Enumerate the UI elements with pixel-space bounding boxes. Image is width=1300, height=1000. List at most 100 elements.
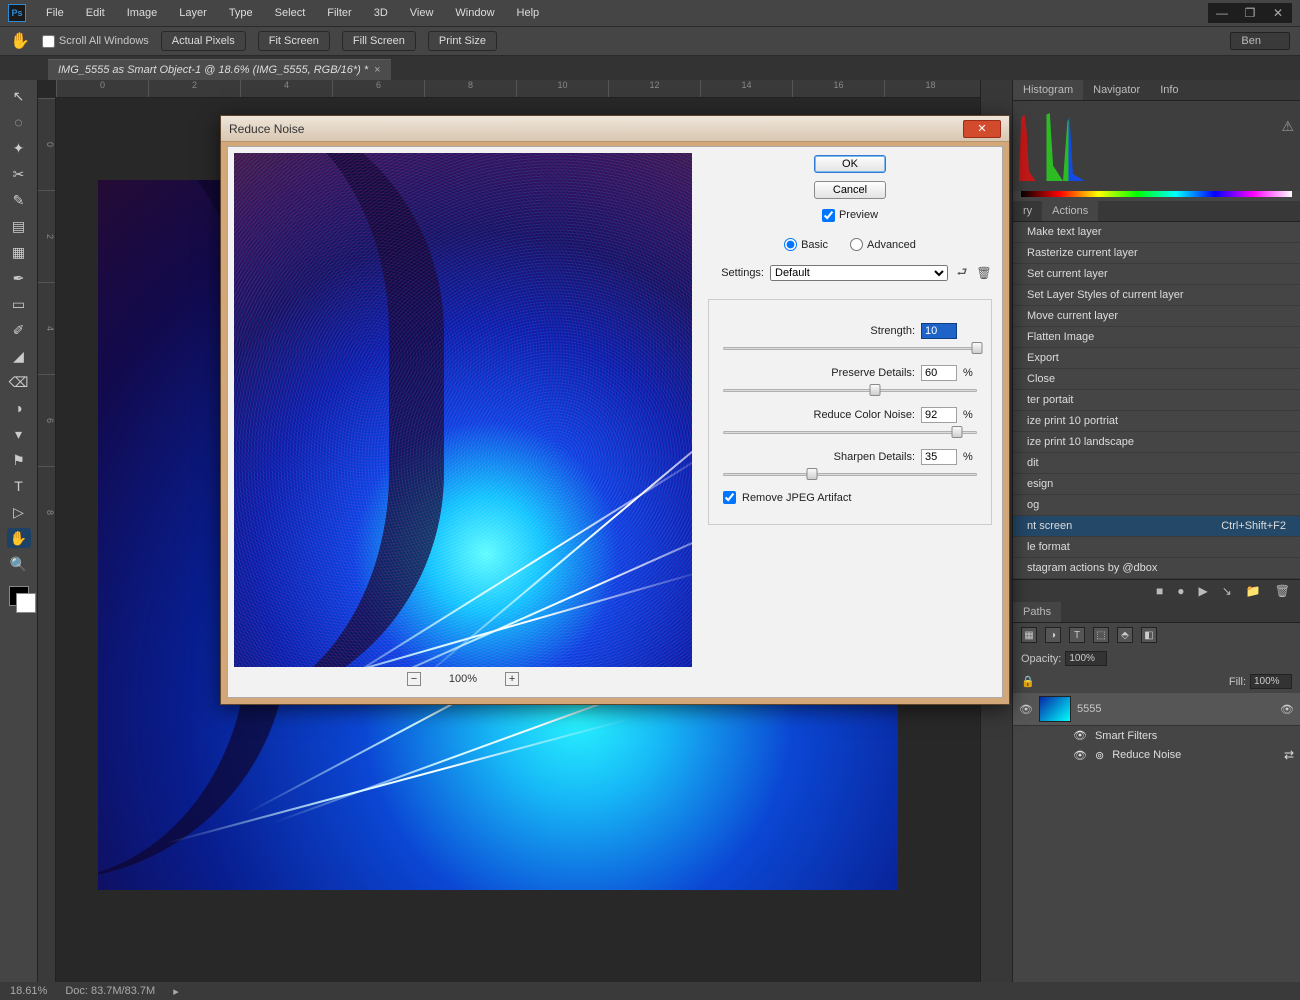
action-item[interactable]: ize print 10 landscape bbox=[1013, 432, 1300, 453]
smart-filters-header[interactable]: 👁 Smart Filters bbox=[1013, 726, 1300, 745]
filter-blend-icon[interactable]: ⇄ bbox=[1284, 748, 1294, 762]
menu-layer[interactable]: Layer bbox=[169, 3, 217, 23]
filter-toggle-icon[interactable]: ◧ bbox=[1141, 627, 1157, 643]
delete-preset-icon[interactable]: 🗑 bbox=[976, 265, 992, 281]
preview-checkbox[interactable]: Preview bbox=[708, 209, 992, 222]
zoom-out-button[interactable]: − bbox=[407, 672, 421, 686]
filter-adjust-icon[interactable]: ◑ bbox=[1045, 627, 1061, 643]
action-item[interactable]: Make text layer bbox=[1013, 222, 1300, 243]
remove-jpeg-artifact-input[interactable] bbox=[723, 491, 736, 504]
status-arrow-icon[interactable]: ▸ bbox=[173, 985, 179, 998]
healing-tool-icon[interactable]: ▦ bbox=[7, 242, 31, 262]
reduce-color-noise-slider[interactable] bbox=[723, 425, 977, 439]
magic-wand-tool-icon[interactable]: ✂ bbox=[7, 164, 31, 184]
preserve-details-slider[interactable] bbox=[723, 383, 977, 397]
status-zoom[interactable]: 18.61% bbox=[10, 985, 47, 997]
basic-radio[interactable]: Basic bbox=[784, 238, 828, 251]
noise-preview-image[interactable] bbox=[234, 153, 692, 667]
action-item[interactable]: esign bbox=[1013, 474, 1300, 495]
crop-tool-icon[interactable]: ✎ bbox=[7, 190, 31, 210]
opacity-input[interactable] bbox=[1065, 651, 1107, 666]
action-item[interactable]: le format bbox=[1013, 537, 1300, 558]
action-item[interactable]: Set current layer bbox=[1013, 264, 1300, 285]
action-item[interactable]: nt screenCtrl+Shift+F2 bbox=[1013, 516, 1300, 537]
reduce-color-noise-input[interactable] bbox=[921, 407, 957, 423]
blur-tool-icon[interactable]: ◑ bbox=[7, 398, 31, 418]
close-button[interactable]: ✕ bbox=[1264, 3, 1292, 23]
status-doc-size[interactable]: Doc: 83.7M/83.7M bbox=[65, 985, 155, 997]
remove-jpeg-artifact-checkbox[interactable]: Remove JPEG Artifact bbox=[723, 491, 977, 504]
scroll-all-windows-input[interactable] bbox=[42, 35, 55, 48]
tab-info[interactable]: Info bbox=[1150, 80, 1188, 100]
hand-tool-icon[interactable]: ✋ bbox=[7, 528, 31, 548]
visibility-icon[interactable]: 👁 bbox=[1073, 729, 1087, 742]
menu-help[interactable]: Help bbox=[507, 3, 550, 23]
fill-control[interactable]: Fill: bbox=[1229, 674, 1292, 689]
new-set-icon[interactable]: ↘ bbox=[1222, 584, 1232, 598]
filter-pixel-icon[interactable]: ▦ bbox=[1021, 627, 1037, 643]
opacity-control[interactable]: Opacity: bbox=[1021, 651, 1107, 666]
zoom-tool-icon[interactable]: 🔍 bbox=[7, 554, 31, 574]
foreground-background-swatches[interactable] bbox=[9, 586, 29, 606]
maximize-button[interactable]: ❐ bbox=[1236, 3, 1264, 23]
brush-tool-icon[interactable]: ✒ bbox=[7, 268, 31, 288]
document-tab[interactable]: IMG_5555 as Smart Object-1 @ 18.6% (IMG_… bbox=[48, 59, 391, 80]
action-item[interactable]: Rasterize current layer bbox=[1013, 243, 1300, 264]
type-tool-icon[interactable]: T bbox=[7, 476, 31, 496]
action-item[interactable]: Move current layer bbox=[1013, 306, 1300, 327]
sharpen-details-slider[interactable] bbox=[723, 467, 977, 481]
menu-3d[interactable]: 3D bbox=[364, 3, 398, 23]
eraser-tool-icon[interactable]: ◢ bbox=[7, 346, 31, 366]
zoom-in-button[interactable]: + bbox=[505, 672, 519, 686]
preview-checkbox-input[interactable] bbox=[822, 209, 835, 222]
gradient-tool-icon[interactable]: ⌫ bbox=[7, 372, 31, 392]
menu-view[interactable]: View bbox=[400, 3, 444, 23]
tab-navigator[interactable]: Navigator bbox=[1083, 80, 1150, 100]
dodge-tool-icon[interactable]: ▾ bbox=[7, 424, 31, 444]
menu-select[interactable]: Select bbox=[265, 3, 316, 23]
cancel-button[interactable]: Cancel bbox=[814, 181, 886, 199]
move-tool-icon[interactable]: ↖ bbox=[7, 86, 31, 106]
tab-paths[interactable]: Paths bbox=[1013, 602, 1061, 622]
filter-type-icon[interactable]: T bbox=[1069, 627, 1085, 643]
stop-icon[interactable]: ■ bbox=[1156, 584, 1163, 598]
stamp-tool-icon[interactable]: ▭ bbox=[7, 294, 31, 314]
action-item[interactable]: Set Layer Styles of current layer bbox=[1013, 285, 1300, 306]
strength-input[interactable] bbox=[921, 323, 957, 339]
menu-file[interactable]: File bbox=[36, 3, 74, 23]
scroll-all-windows-checkbox[interactable]: Scroll All Windows bbox=[42, 35, 149, 48]
ok-button[interactable]: OK bbox=[814, 155, 886, 173]
fit-screen-button[interactable]: Fit Screen bbox=[258, 31, 330, 51]
layer-thumbnail[interactable] bbox=[1039, 696, 1071, 722]
tab-histogram[interactable]: Histogram bbox=[1013, 80, 1083, 100]
dialog-close-button[interactable]: ✕ bbox=[963, 120, 1001, 138]
record-icon[interactable]: ● bbox=[1177, 584, 1184, 598]
action-item[interactable]: Close bbox=[1013, 369, 1300, 390]
menu-window[interactable]: Window bbox=[445, 3, 504, 23]
dialog-titlebar[interactable]: Reduce Noise ✕ bbox=[221, 116, 1009, 142]
lock-icon[interactable]: 🔒 bbox=[1021, 675, 1035, 688]
action-item[interactable]: Flatten Image bbox=[1013, 327, 1300, 348]
advanced-radio[interactable]: Advanced bbox=[850, 238, 916, 251]
fill-screen-button[interactable]: Fill Screen bbox=[342, 31, 416, 51]
tab-history[interactable]: ry bbox=[1013, 201, 1042, 221]
action-item[interactable]: Export bbox=[1013, 348, 1300, 369]
menu-type[interactable]: Type bbox=[219, 3, 263, 23]
filter-smart-icon[interactable]: ⬘ bbox=[1117, 627, 1133, 643]
settings-dropdown[interactable]: Default bbox=[770, 265, 948, 281]
preserve-details-input[interactable] bbox=[921, 365, 957, 381]
minimize-button[interactable]: — bbox=[1208, 3, 1236, 23]
histogram-warning-icon[interactable]: ⚠ bbox=[1281, 118, 1294, 135]
user-dropdown[interactable]: Ben bbox=[1230, 32, 1290, 50]
action-item[interactable]: dit bbox=[1013, 453, 1300, 474]
action-item[interactable]: ize print 10 portriat bbox=[1013, 411, 1300, 432]
save-preset-icon[interactable]: ⮐ bbox=[954, 265, 970, 281]
sharpen-details-input[interactable] bbox=[921, 449, 957, 465]
tab-actions[interactable]: Actions bbox=[1042, 201, 1098, 221]
menu-filter[interactable]: Filter bbox=[317, 3, 361, 23]
menu-image[interactable]: Image bbox=[117, 3, 168, 23]
layer-row-smartobject[interactable]: 👁 5555 👁 bbox=[1013, 693, 1300, 726]
document-tab-close-icon[interactable]: × bbox=[374, 64, 380, 76]
strength-slider[interactable] bbox=[723, 341, 977, 355]
marquee-tool-icon[interactable]: ◌ bbox=[7, 112, 31, 132]
